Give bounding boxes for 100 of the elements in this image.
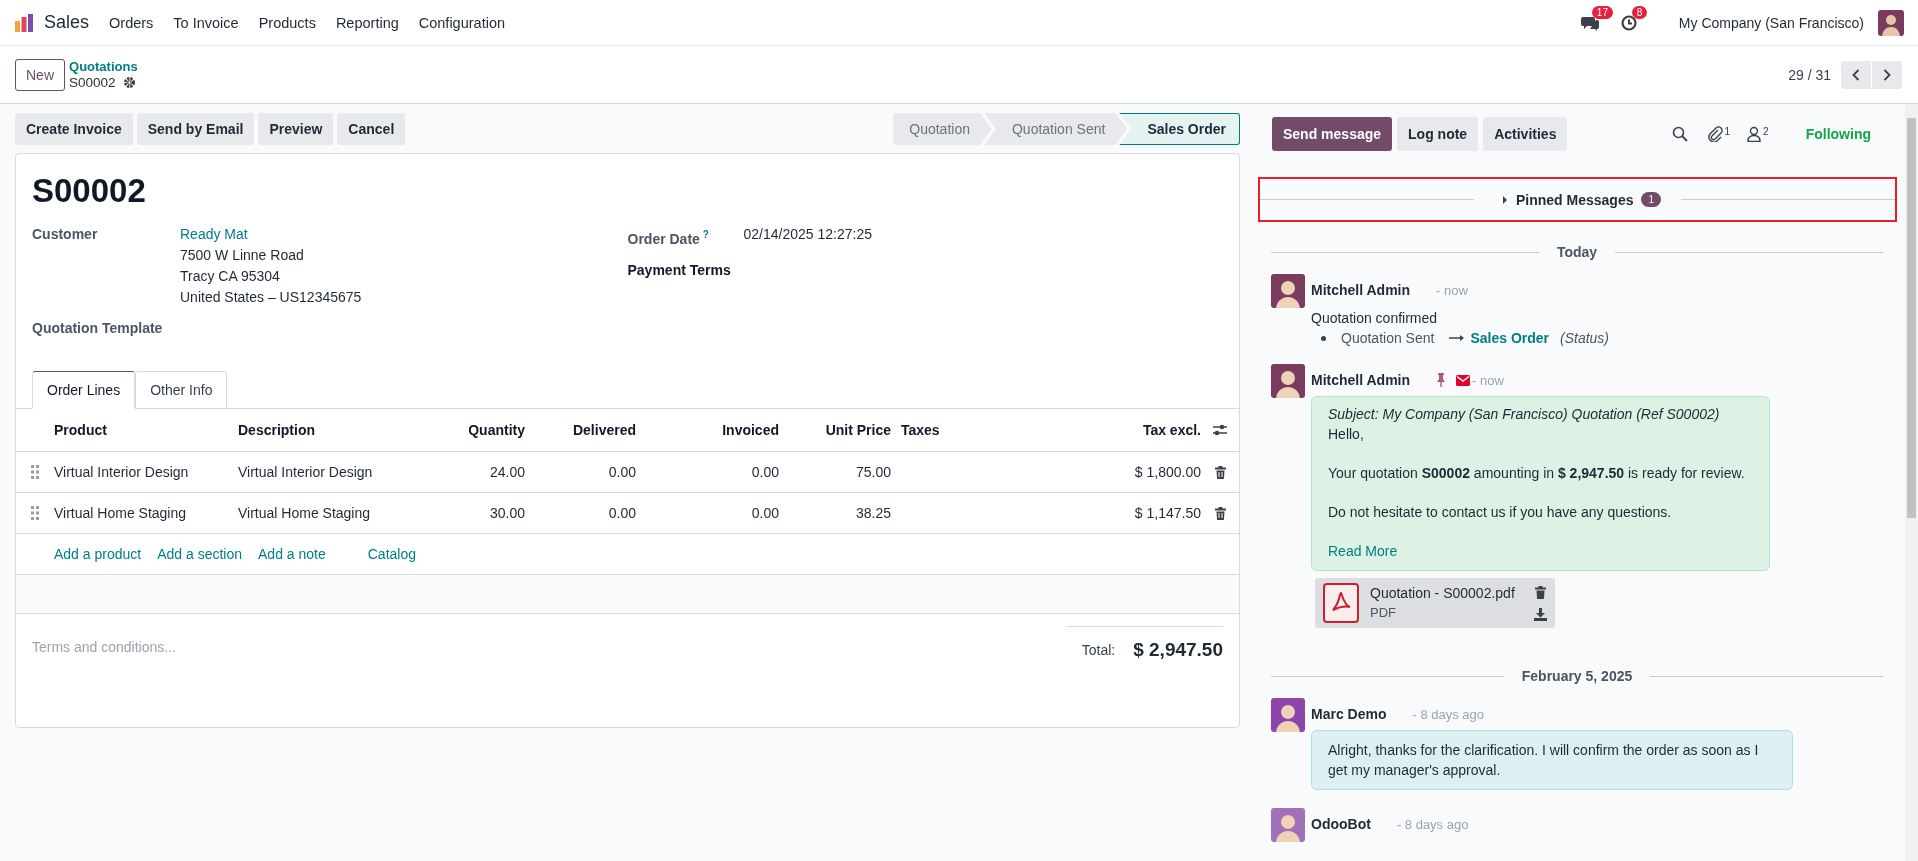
column-header: Quantity	[467, 422, 525, 438]
field-label: Order Date	[627, 230, 700, 247]
download-icon[interactable]	[1534, 607, 1547, 621]
table-cell-text: 0.00	[750, 505, 779, 521]
paperclip-icon[interactable]	[1706, 126, 1723, 142]
column-header: Taxes	[900, 422, 941, 438]
table-cell-text: 30.00	[488, 505, 525, 521]
action-button[interactable]: Cancel	[337, 113, 406, 145]
action-button[interactable]: Create Invoice	[15, 113, 133, 145]
author-name[interactable]: Marc Demo	[1311, 706, 1387, 722]
action-button[interactable]: Preview	[258, 113, 334, 145]
column-header: Invoiced	[721, 422, 779, 438]
add-line-link[interactable]: Add a product	[54, 546, 142, 562]
date-separator: February 5, 2025	[1521, 668, 1633, 684]
add-line-link[interactable]: Catalog	[367, 546, 416, 562]
table-cell-text: 0.00	[607, 464, 636, 480]
pinned-messages-toggle[interactable]: Pinned Messages	[1481, 191, 1634, 208]
drag-handle-icon[interactable]	[31, 465, 39, 479]
table-cell-text: 38.25	[854, 505, 891, 521]
chevron-left-icon	[1852, 68, 1860, 81]
table-cell-text: 75.00	[854, 464, 891, 480]
total-value: $ 2,947.50	[1133, 639, 1223, 661]
app-name[interactable]: Sales	[44, 12, 90, 33]
date-separator: Today	[1556, 244, 1598, 260]
email-paragraph: Your quotation S00002 amounting in $ 2,947.50 is ready for review.	[1328, 464, 1746, 483]
trash-icon[interactable]	[1214, 465, 1226, 479]
menu-item[interactable]: To Invoice	[173, 14, 239, 31]
trash-icon[interactable]	[1214, 506, 1226, 520]
chat-icon[interactable]	[1580, 14, 1599, 31]
field-label: Quotation Template	[32, 319, 164, 338]
column-header: Tax excl.	[1141, 422, 1201, 438]
status-step[interactable]: Sales Order	[1119, 113, 1240, 145]
status-step[interactable]: Quotation	[893, 113, 992, 145]
table-cell-text: Virtual Interior Design	[238, 464, 374, 480]
record-title: S00002	[31, 171, 147, 211]
message-time: - now	[1436, 282, 1468, 298]
chatter-button[interactable]: Log note	[1397, 117, 1479, 151]
add-line-link[interactable]: Add a section	[157, 546, 242, 562]
table-cell-text: 0.00	[750, 464, 779, 480]
file-type: PDF	[1370, 604, 1397, 622]
chatter-button[interactable]: Send message	[1272, 117, 1393, 151]
menu-item[interactable]: Reporting	[335, 14, 399, 31]
tab[interactable]: Other Info	[135, 371, 228, 409]
address-line: Tracy CA 95304	[180, 267, 281, 286]
chatter-button[interactable]: Activities	[1483, 117, 1568, 151]
read-more-link[interactable]: Read More	[1328, 541, 1753, 561]
previous-button[interactable]	[1841, 60, 1871, 89]
tab[interactable]: Order Lines	[32, 371, 136, 409]
field-label: Customer	[32, 225, 99, 244]
table-cell-text: $ 1,147.50	[1133, 505, 1201, 521]
pdf-file-icon	[1323, 583, 1359, 623]
table-cell-text: Virtual Interior Design	[54, 464, 190, 480]
user-icon[interactable]	[1747, 126, 1762, 142]
column-header: Product	[54, 422, 108, 438]
record-name: S00002	[69, 74, 116, 91]
address-line: United States – US12345675	[180, 288, 362, 307]
author-name[interactable]: OdooBot	[1311, 816, 1371, 832]
clock-icon[interactable]	[1620, 14, 1637, 31]
column-header: Delivered	[571, 422, 636, 438]
old-value: Quotation Sent	[1341, 330, 1435, 346]
help-tooltip[interactable]: ?	[702, 229, 709, 240]
chevron-right-icon	[1883, 68, 1891, 81]
settings-icon[interactable]	[122, 76, 136, 89]
attachment-card[interactable]: Quotation - S00002.pdf PDF	[1315, 578, 1555, 628]
author-name[interactable]: Mitchell Admin	[1311, 372, 1411, 388]
message-time: - now	[1472, 372, 1504, 388]
next-button[interactable]	[1872, 60, 1902, 89]
table-cell-text: Virtual Home Staging	[54, 505, 188, 521]
app-logo-icon[interactable]	[14, 12, 34, 33]
menu-item[interactable]: Configuration	[418, 14, 505, 31]
table-cell-text: 0.00	[607, 505, 636, 521]
email-subject: Subject: My Company (San Francisco) Quotation (Ref S00002)	[1328, 405, 1721, 424]
column-header: Description	[238, 422, 316, 438]
message-text: Quotation confirmed	[1311, 310, 1439, 326]
scrollbar[interactable]	[1905, 104, 1918, 861]
menu-item[interactable]: Products	[258, 14, 316, 31]
drag-handle-icon[interactable]	[31, 506, 39, 520]
notification-badge: 8	[1631, 5, 1648, 19]
add-line-link[interactable]: Add a note	[258, 546, 326, 562]
new-button[interactable]: New	[15, 58, 65, 91]
user-avatar-icon[interactable]	[1878, 9, 1904, 36]
search-icon[interactable]	[1671, 126, 1688, 142]
attachment-count: 1	[1724, 126, 1731, 137]
count-badge: 1	[1641, 192, 1662, 207]
table-cell-text: 24.00	[488, 464, 525, 480]
company-switcher[interactable]: My Company (San Francisco)	[1678, 14, 1864, 31]
message-bubble: Alright, thanks for the clarification. I will confirm the order as soon as I get my manager's approval.	[1311, 730, 1793, 790]
trash-icon[interactable]	[1535, 585, 1546, 599]
total-label: Total:	[1081, 642, 1116, 658]
author-name[interactable]: Mitchell Admin	[1311, 282, 1411, 298]
menu-item[interactable]: Orders	[109, 14, 154, 31]
column-settings-icon[interactable]	[1212, 423, 1228, 437]
caret-icon	[1501, 194, 1508, 205]
field-label: Payment Terms	[627, 260, 732, 280]
breadcrumb-link[interactable]: Quotations	[69, 58, 138, 75]
action-button[interactable]: Send by Email	[136, 113, 255, 145]
follower-count: 2	[1763, 126, 1769, 137]
field-name: (Status)	[1560, 330, 1610, 346]
customer-link[interactable]: Ready Mat	[180, 226, 248, 242]
status-step[interactable]: Quotation Sent	[984, 113, 1128, 145]
